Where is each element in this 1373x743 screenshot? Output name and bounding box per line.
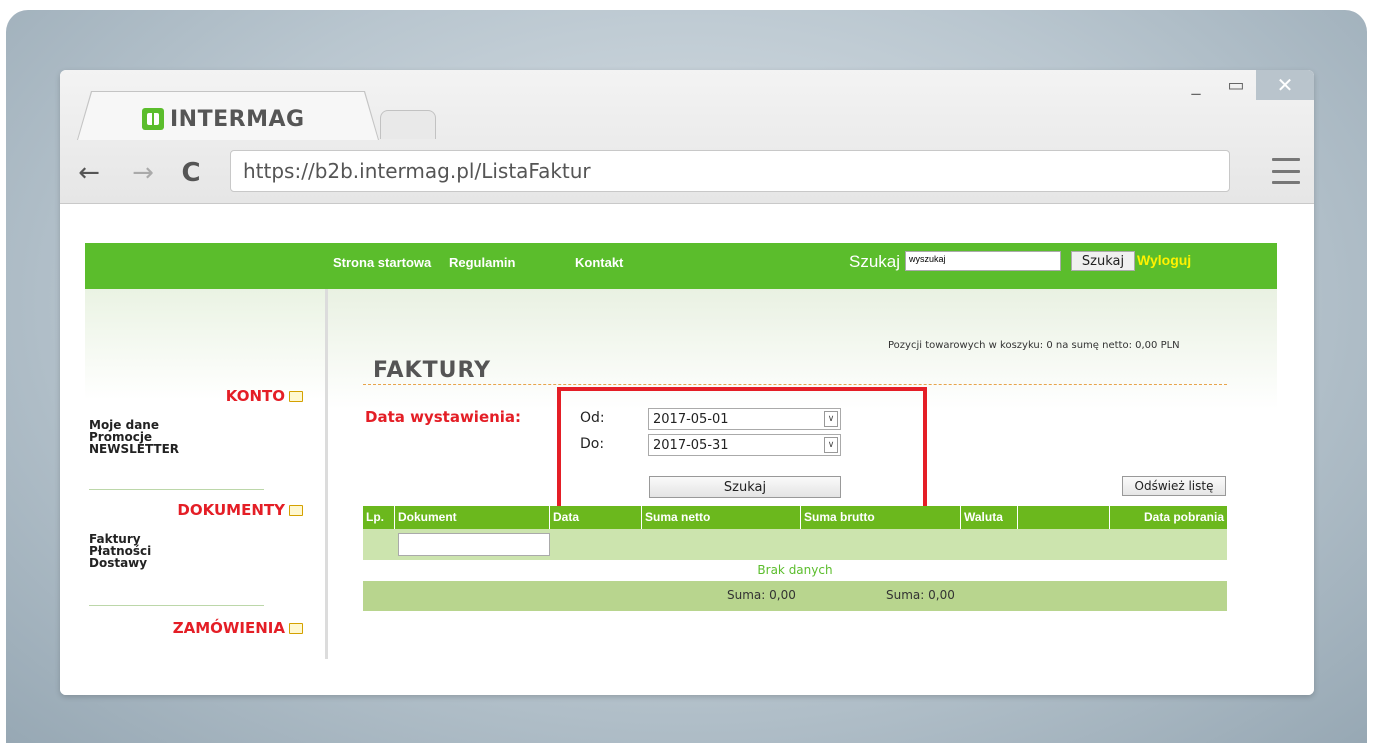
intermag-logo-icon [142,108,164,130]
table-empty-message: Brak danych [363,560,1227,581]
refresh-list-button[interactable]: Odśwież listę [1122,476,1226,496]
tab-title[interactable]: INTERMAG [142,106,305,132]
sidebar-item-dostawy[interactable]: Dostawy [89,557,147,569]
search-input[interactable]: wyszukaj [905,251,1061,271]
sidebar-heading-konto[interactable]: KONTO [226,387,303,405]
column-dokument[interactable]: Dokument [395,506,550,529]
browser-menu-icon[interactable] [1272,158,1300,184]
page-title: FAKTURY [373,358,492,383]
column-blank [1018,506,1110,529]
table-footer: Suma: 0,00 Suma: 0,00 [363,581,1227,611]
folder-icon [289,622,303,634]
column-data[interactable]: Data [550,506,642,529]
nav-contact-link[interactable]: Kontakt [575,255,623,270]
table-filter-row [363,529,1227,560]
date-filter-label: Data wystawienia: [365,408,522,426]
column-suma-brutto[interactable]: Suma brutto [801,506,961,529]
minimize-button[interactable]: _ [1176,70,1216,100]
sum-brutto: Suma: 0,00 [886,588,955,602]
sidebar-divider [89,489,264,490]
browser-window: INTERMAG _ ▭ ✕ ← → C https://b2b.interma… [60,70,1314,695]
address-bar[interactable]: https://b2b.intermag.pl/ListaFaktur [230,150,1230,192]
column-lp[interactable]: Lp. [363,506,395,529]
web-page: Strona startowa Regulamin Kontakt Szukaj… [60,204,1314,695]
search-button[interactable]: Szukaj [1071,251,1135,271]
nav-terms-link[interactable]: Regulamin [449,255,515,270]
cart-summary: Pozycji towarowych w koszyku: 0 na sumę … [888,340,1180,351]
column-data-pobrania[interactable]: Data pobrania [1110,506,1227,529]
window-controls: _ ▭ ✕ [1176,70,1314,100]
table-header: Lp. Dokument Data Suma netto Suma brutto… [363,506,1227,529]
logout-link[interactable]: Wyloguj [1137,252,1191,268]
top-navigation: Strona startowa Regulamin Kontakt Szukaj… [85,243,1277,289]
folder-icon [289,504,303,516]
sum-netto: Suma: 0,00 [727,588,796,602]
sidebar: KONTO Moje dane Promocje NEWSLETTER DOKU… [85,289,328,659]
browser-chrome: INTERMAG _ ▭ ✕ ← → C https://b2b.interma… [60,70,1314,204]
document-filter-input[interactable] [398,533,550,556]
forward-arrow-icon[interactable]: → [126,156,160,190]
column-suma-netto[interactable]: Suma netto [642,506,801,529]
nav-home-link[interactable]: Strona startowa [333,255,431,270]
sidebar-item-newsletter[interactable]: NEWSLETTER [89,443,179,455]
maximize-button[interactable]: ▭ [1216,70,1256,100]
sidebar-divider [89,605,264,606]
close-button[interactable]: ✕ [1256,70,1314,100]
browser-toolbar: ← → C https://b2b.intermag.pl/ListaFaktu… [60,150,1314,196]
new-tab-button[interactable] [380,110,436,139]
invoice-table: Lp. Dokument Data Suma netto Suma brutto… [363,506,1227,611]
title-divider [363,384,1227,385]
back-arrow-icon[interactable]: ← [72,156,106,190]
reload-icon[interactable]: C [174,156,208,190]
column-waluta[interactable]: Waluta [961,506,1018,529]
search-label: Szukaj [849,252,901,271]
highlight-box [557,387,927,510]
folder-icon [289,390,303,402]
sidebar-heading-dokumenty[interactable]: DOKUMENTY [177,501,303,519]
sidebar-heading-zamowienia[interactable]: ZAMÓWIENIA [173,619,303,637]
